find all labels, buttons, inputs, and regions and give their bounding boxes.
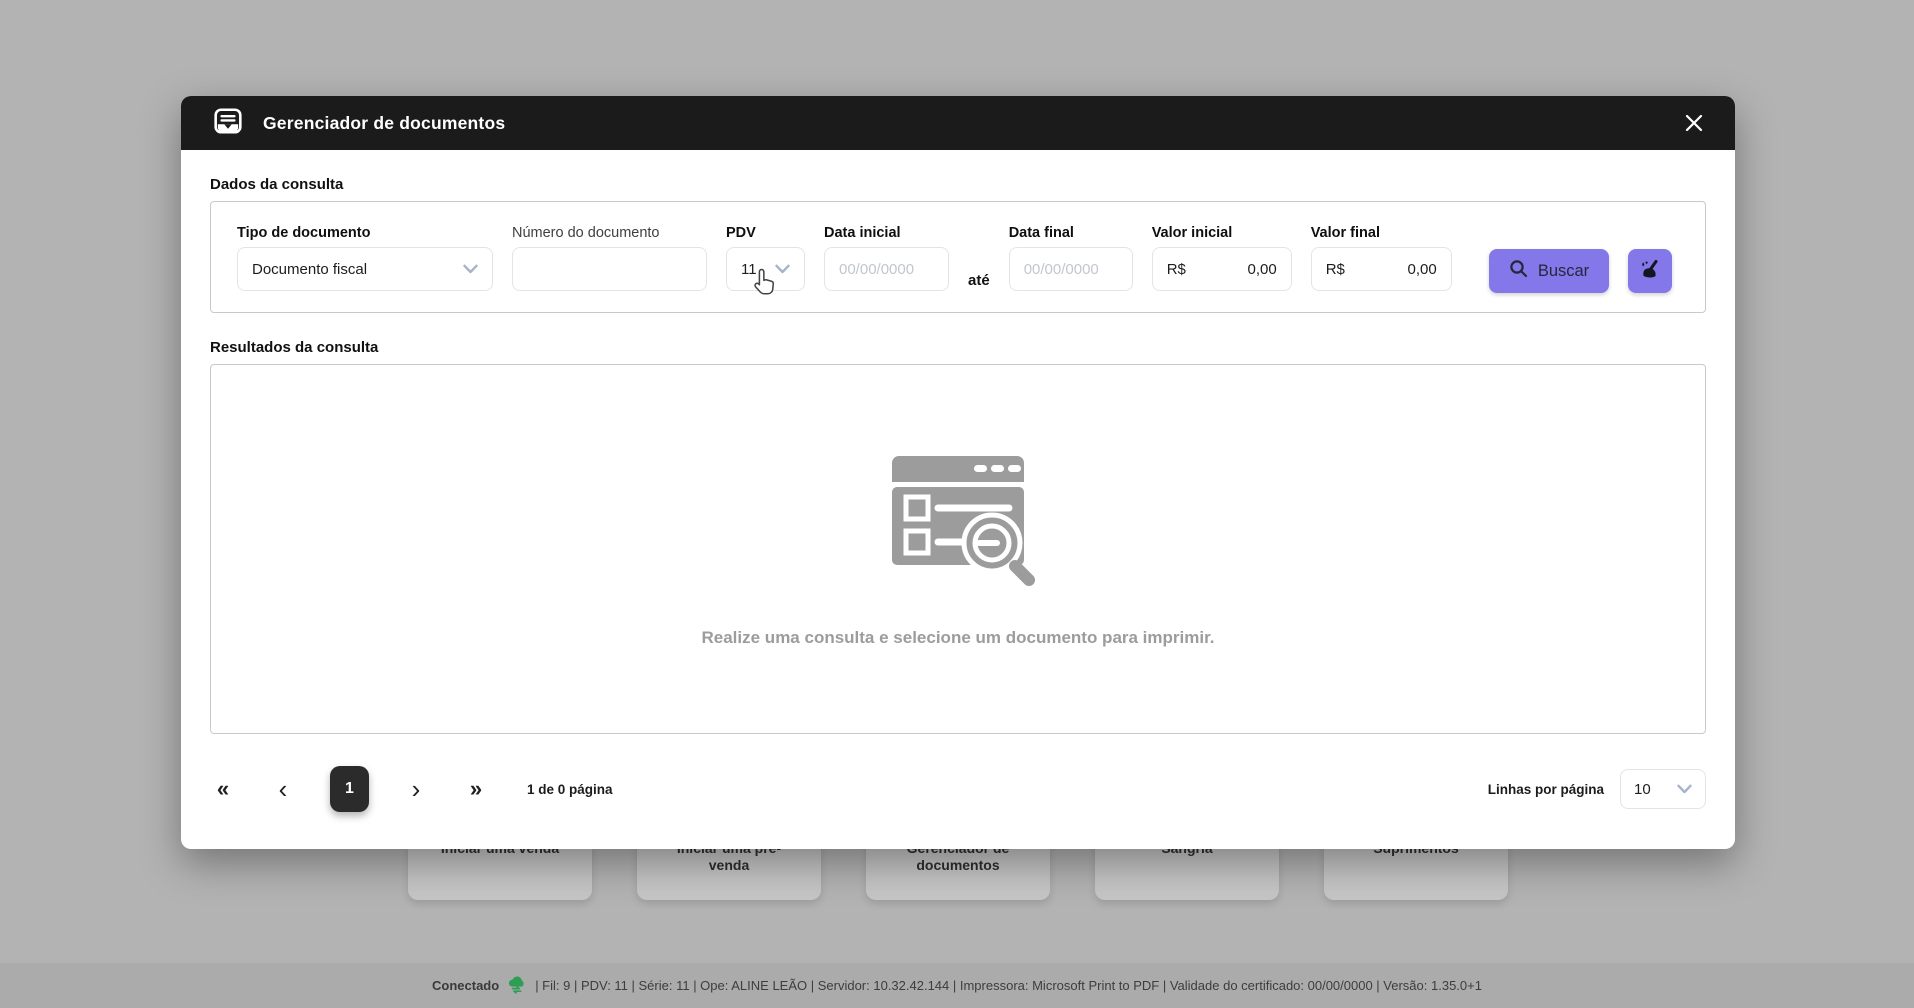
results-area: Realize uma consulta e selecione um docu… [210, 364, 1706, 734]
tipo-documento-select[interactable]: Documento fiscal [237, 247, 493, 291]
next-page-button[interactable]: › [403, 776, 429, 802]
empty-state-message: Realize uma consulta e selecione um docu… [701, 628, 1215, 647]
document-manager-icon [213, 106, 243, 141]
gerenciador-documentos-dialog: Gerenciador de documentos Dados da consu… [181, 96, 1735, 849]
lines-per-page-value: 10 [1634, 780, 1651, 798]
data-inicial-label: Data inicial [824, 225, 901, 241]
broom-clean-icon [1638, 258, 1662, 285]
last-page-button[interactable]: » [463, 778, 489, 800]
data-inicial-input[interactable] [824, 247, 949, 291]
results-section-title: Resultados da consulta [210, 339, 379, 356]
first-page-button[interactable]: « [210, 778, 236, 800]
chevron-down-icon [463, 261, 478, 278]
valor-final-value: 0,00 [1407, 260, 1437, 278]
dialog-title: Gerenciador de documentos [263, 112, 506, 133]
numero-documento-input[interactable] [512, 247, 707, 291]
valor-final-input[interactable]: R$ 0,00 [1310, 247, 1452, 291]
dialog-header: Gerenciador de documentos [181, 96, 1735, 150]
page-info: 1 de 0 página [527, 781, 613, 797]
clear-filters-button[interactable] [1628, 249, 1672, 293]
ate-label: até [968, 272, 990, 289]
current-page-button[interactable]: 1 [330, 766, 369, 812]
currency-prefix: R$ [1325, 260, 1345, 278]
chevron-down-icon [1677, 781, 1692, 798]
data-final-label: Data final [1008, 225, 1074, 241]
tipo-documento-value: Documento fiscal [252, 260, 368, 278]
empty-search-illustration-icon [878, 450, 1038, 600]
status-bar: Conectado | Fil: 9 | PDV: 11 | Série: 11… [0, 963, 1914, 1008]
close-icon[interactable] [1681, 110, 1707, 136]
status-details: | Fil: 9 | PDV: 11 | Série: 11 | Ope: AL… [535, 978, 1482, 993]
currency-prefix: R$ [1166, 260, 1186, 278]
pdv-label: PDV [726, 225, 756, 241]
buscar-label: Buscar [1537, 261, 1590, 280]
pagination: « ‹ 1 › » 1 de 0 página Linhas por págin… [210, 766, 1706, 812]
valor-inicial-input[interactable]: R$ 0,00 [1151, 247, 1292, 291]
valor-inicial-label: Valor inicial [1151, 225, 1233, 241]
buscar-button[interactable]: Buscar [1489, 249, 1609, 293]
tipo-documento-label: Tipo de documento [237, 225, 371, 241]
search-icon [1509, 259, 1528, 283]
valor-inicial-value: 0,00 [1247, 260, 1277, 278]
cloud-sync-icon [507, 974, 527, 997]
lines-per-page-label: Linhas por página [1487, 781, 1604, 797]
hand-cursor [752, 268, 778, 301]
query-section-title: Dados da consulta [210, 176, 344, 193]
query-form: Tipo de documento Documento fiscal Númer… [210, 201, 1706, 313]
lines-per-page-select[interactable]: 10 [1620, 769, 1706, 809]
valor-final-label: Valor final [1310, 225, 1380, 241]
connected-label: Conectado [432, 978, 500, 993]
numero-documento-label: Número do documento [512, 225, 660, 241]
previous-page-button[interactable]: ‹ [270, 776, 296, 802]
data-final-input[interactable] [1008, 247, 1133, 291]
